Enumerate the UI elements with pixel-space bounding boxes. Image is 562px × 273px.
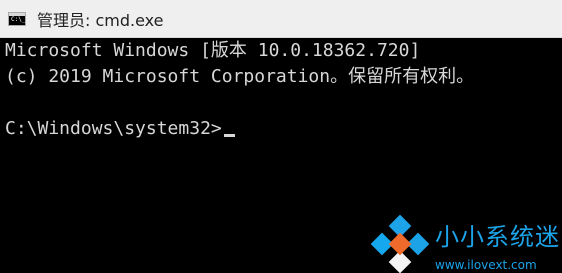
diamond-logo-icon xyxy=(370,214,430,273)
console-copyright-line: (c) 2019 Microsoft Corporation。保留所有权利。 xyxy=(5,66,475,87)
window-title: 管理员: cmd.exe xyxy=(37,10,164,30)
text-cursor xyxy=(223,133,235,137)
command-prompt-line[interactable]: C:\Windows\system32> xyxy=(5,116,557,142)
site-watermark: 小小系统迷 www.ilovext.com xyxy=(370,214,560,273)
orange-diamond-center xyxy=(388,232,412,256)
cmd-window: 管理员: cmd.exe Microsoft Windows [版本 10.0.… xyxy=(0,0,562,273)
command-prompt-icon[interactable] xyxy=(8,11,26,26)
watermark-brand: 小小系统迷 xyxy=(435,222,560,251)
watermark-text: 小小系统迷 www.ilovext.com xyxy=(435,217,560,272)
console-version-line: Microsoft Windows [版本 10.0.18362.720] xyxy=(5,40,421,61)
title-bar[interactable]: 管理员: cmd.exe xyxy=(0,0,562,38)
command-prompt: C:\Windows\system32> xyxy=(5,118,222,139)
watermark-url: www.ilovext.com xyxy=(435,257,537,272)
